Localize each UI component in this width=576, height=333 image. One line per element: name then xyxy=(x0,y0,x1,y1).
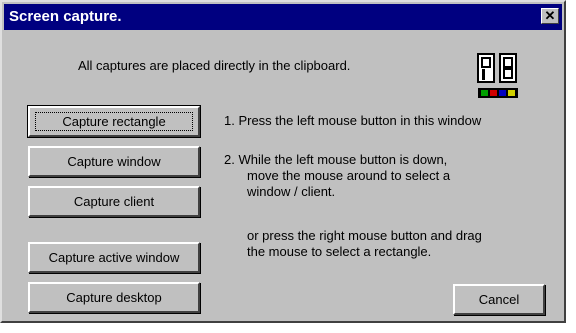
capture-desktop-button[interactable]: Capture desktop xyxy=(28,282,200,313)
capture-window-button[interactable]: Capture window xyxy=(28,146,200,177)
capture-active-window-button[interactable]: Capture active window xyxy=(28,242,200,273)
instruction-step-2-line-2: move the mouse around to select a xyxy=(247,168,451,183)
capture-client-button[interactable]: Capture client xyxy=(28,186,200,217)
instruction-step-2-line-1: 2. While the left mouse button is down, xyxy=(224,152,448,167)
close-icon: ✕ xyxy=(544,8,556,23)
capture-client-label: Capture client xyxy=(73,194,155,209)
capture-desktop-label: Capture desktop xyxy=(66,290,162,305)
instruction-step-2-line-3: window / client. xyxy=(247,184,336,199)
cancel-button[interactable]: Cancel xyxy=(453,284,545,315)
cancel-label: Cancel xyxy=(478,292,520,307)
instruction-step-1: 1. Press the left mouse button in this w… xyxy=(224,113,482,128)
window-title: Screen capture. xyxy=(9,8,122,25)
capture-active-window-label: Capture active window xyxy=(48,250,180,265)
capture-rectangle-button[interactable]: Capture rectangle xyxy=(27,105,201,138)
focus-rectangle xyxy=(35,112,193,131)
instruction-alt-line-1: or press the right mouse button and drag xyxy=(247,228,482,243)
capture-window-label: Capture window xyxy=(67,154,161,169)
screen-capture-dialog: Screen capture. ✕ All captures are place… xyxy=(0,0,566,323)
close-button[interactable]: ✕ xyxy=(541,8,559,24)
intro-text: All captures are placed directly in the … xyxy=(78,58,351,73)
title-bar[interactable]: Screen capture. ✕ xyxy=(4,4,562,30)
app-logo-icon xyxy=(477,53,518,98)
instruction-alt-line-2: the mouse to select a rectangle. xyxy=(247,244,432,259)
